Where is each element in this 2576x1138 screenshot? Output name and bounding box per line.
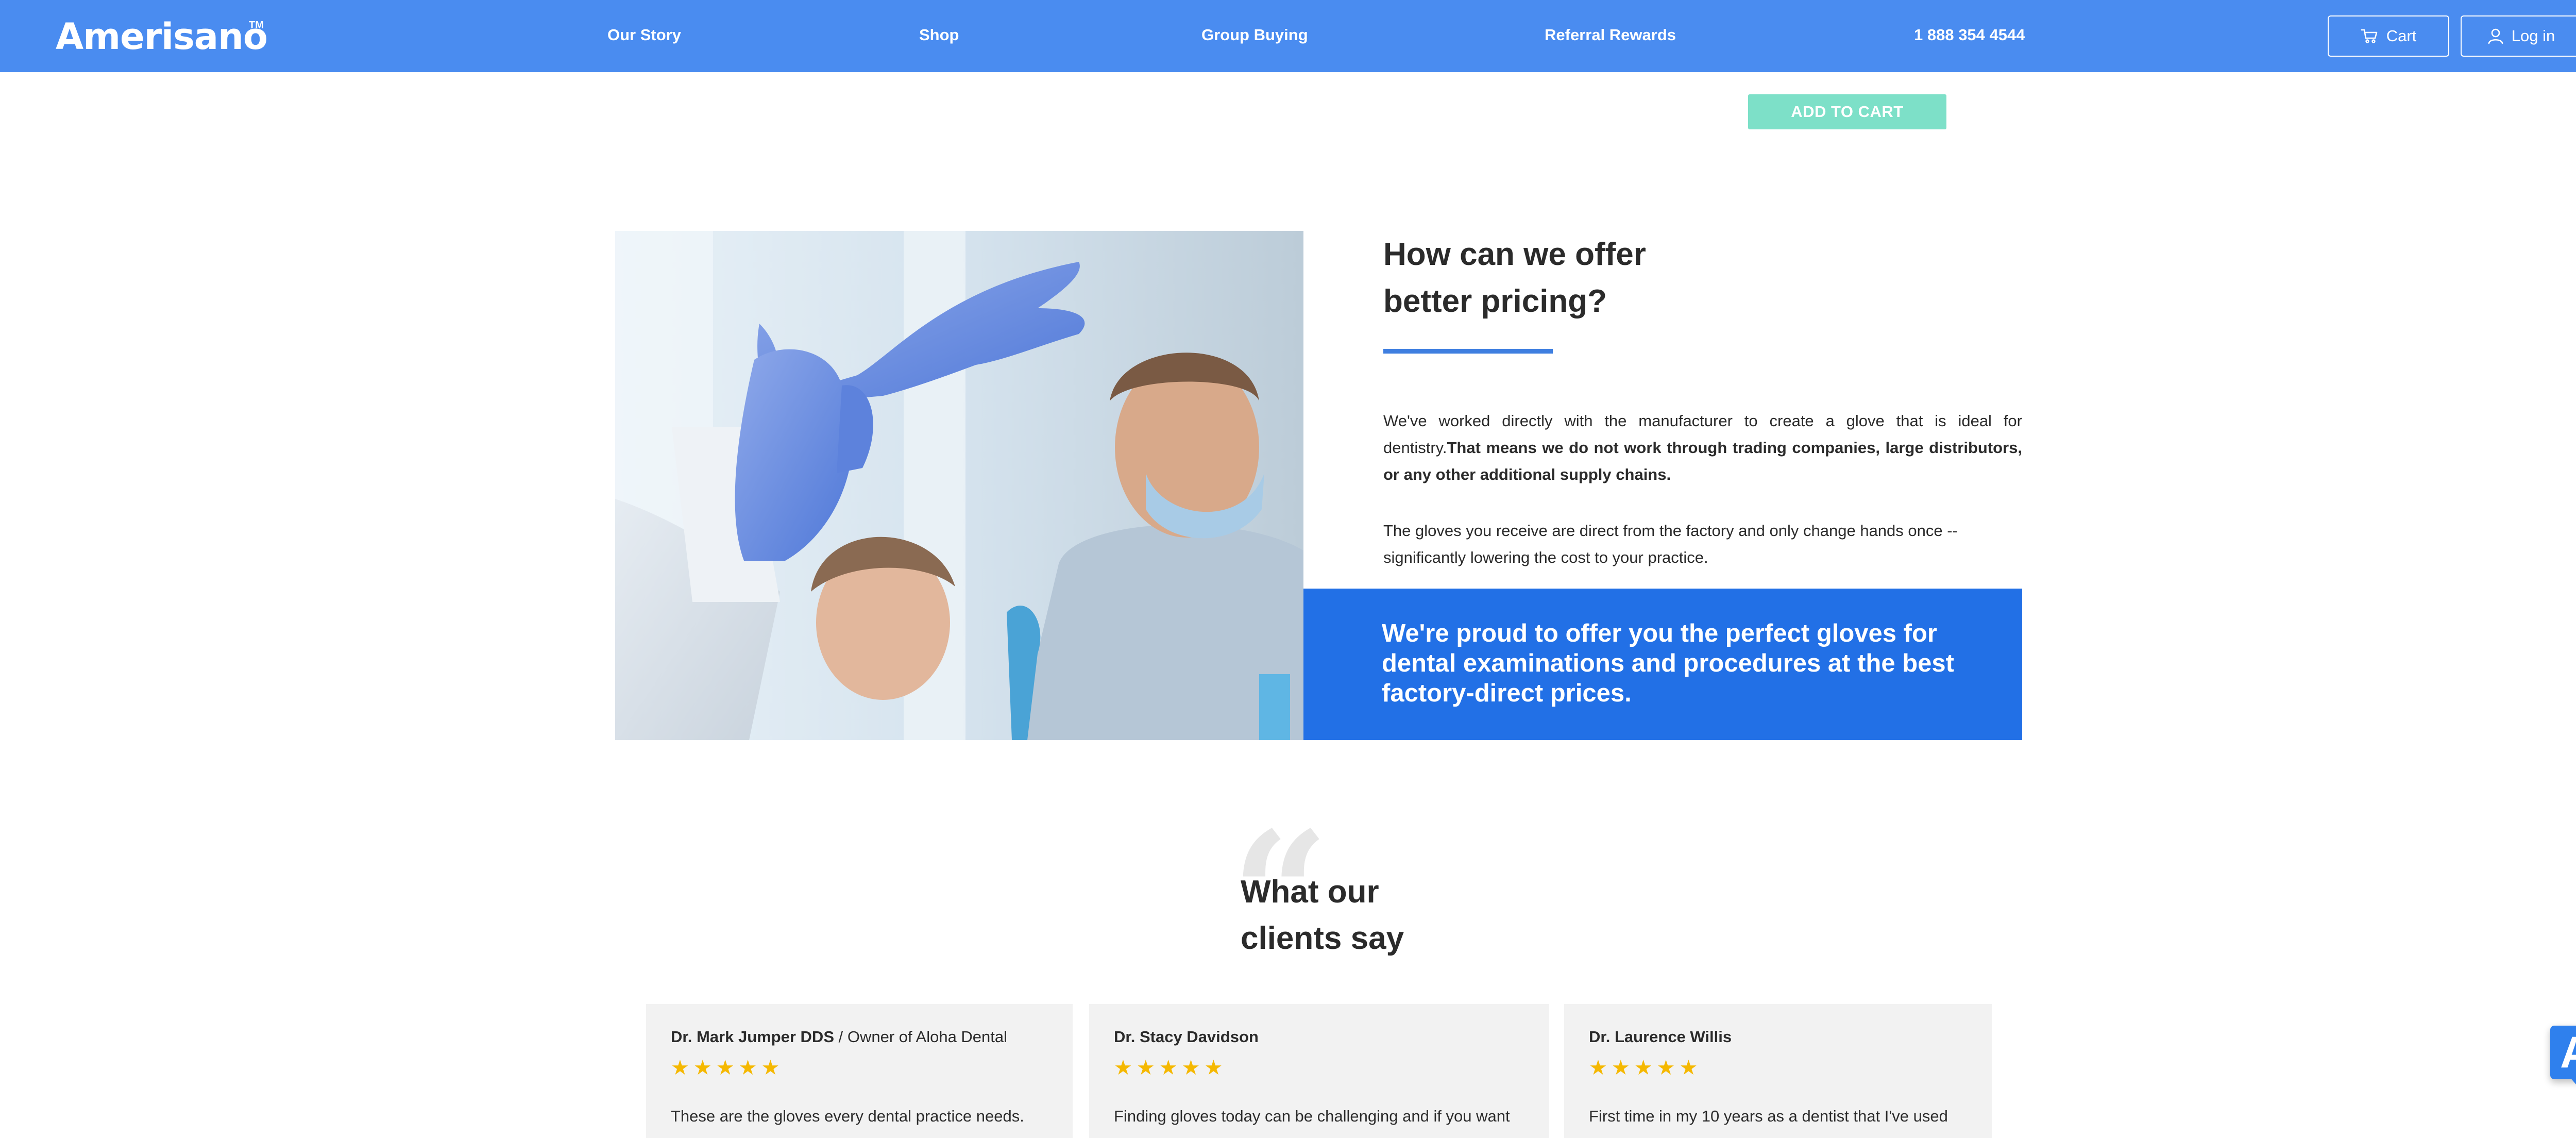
testimonial-text: Finding gloves today can be challenging … [1114, 1107, 1510, 1125]
cart-icon [2361, 28, 2378, 44]
nav-shop[interactable]: Shop [919, 24, 959, 46]
testimonial-name: Dr. Stacy Davidson [1114, 1028, 1259, 1046]
star-icon: ★ [1181, 1057, 1200, 1079]
star-rating: ★ ★ ★ ★ ★ [1114, 1057, 1223, 1079]
logo-trademark: TM [249, 20, 264, 31]
pricing-heading-line1: How can we offer [1383, 237, 1646, 272]
testimonial-name: Dr. Mark Jumper DDS [671, 1028, 834, 1046]
star-icon: ★ [1656, 1057, 1675, 1079]
site-header: Amerisano TM Our Story Shop Group Buying… [0, 0, 2576, 72]
cart-label: Cart [2386, 27, 2417, 45]
testimonials-heading-line2: clients say [1241, 921, 1404, 956]
phone-number-link[interactable]: 1 888 354 4544 [1914, 24, 2025, 46]
pricing-paragraph-2: The gloves you receive are direct from t… [1383, 522, 1958, 566]
pricing-paragraph-1: We've worked directly with the manufactu… [1383, 408, 2022, 488]
widget-pointer [2570, 1077, 2576, 1084]
testimonial-role: Owner of Aloha Dental [847, 1028, 1008, 1046]
cart-button[interactable]: Cart [2328, 15, 2449, 57]
testimonial-author: Dr. Laurence Willis [1589, 1026, 1732, 1048]
dentist-gloves-photo [615, 231, 1303, 740]
testimonial-card: Dr. Mark Jumper DDS / Owner of Aloha Den… [646, 1004, 1073, 1138]
promo-banner: We're proud to offer you the perfect glo… [1303, 589, 2022, 740]
testimonial-separator: / [834, 1028, 848, 1046]
logo[interactable]: Amerisano [56, 13, 268, 60]
nav-referral-rewards[interactable]: Referral Rewards [1545, 24, 1676, 46]
accessibility-widget-button[interactable]: A [2550, 1026, 2576, 1079]
star-rating: ★ ★ ★ ★ ★ [671, 1057, 779, 1079]
star-icon: ★ [1136, 1057, 1155, 1079]
testimonial-text: These are the gloves every dental practi… [671, 1107, 1024, 1125]
testimonial-card: Dr. Laurence Willis ★ ★ ★ ★ ★ First time… [1564, 1004, 1992, 1138]
star-icon: ★ [1589, 1057, 1607, 1079]
testimonials-heading-line1: What our [1241, 874, 1379, 910]
star-icon: ★ [1679, 1057, 1698, 1079]
user-icon [2488, 28, 2503, 44]
star-icon: ★ [1611, 1057, 1630, 1079]
star-icon: ★ [693, 1057, 712, 1079]
login-label: Log in [2511, 27, 2555, 45]
pricing-paragraph-1-bold: That means we do not work through tradin… [1383, 439, 2022, 483]
star-icon: ★ [716, 1057, 735, 1079]
testimonial-author: Dr. Stacy Davidson [1114, 1026, 1259, 1048]
star-icon: ★ [738, 1057, 757, 1079]
testimonial-name: Dr. Laurence Willis [1589, 1028, 1732, 1046]
add-to-cart-button[interactable]: ADD TO CART [1748, 94, 1946, 129]
heading-underline [1383, 349, 1553, 354]
testimonial-card: Dr. Stacy Davidson ★ ★ ★ ★ ★ Finding glo… [1089, 1004, 1549, 1138]
star-icon: ★ [761, 1057, 780, 1079]
pricing-heading: How can we offer better pricing? [1383, 231, 1744, 325]
testimonial-text: First time in my 10 years as a dentist t… [1589, 1107, 1948, 1125]
star-icon: ★ [1159, 1057, 1178, 1079]
star-icon: ★ [671, 1057, 689, 1079]
promo-banner-text: We're proud to offer you the perfect glo… [1382, 620, 1954, 707]
nav-group-buying[interactable]: Group Buying [1201, 24, 1308, 46]
testimonials-heading: What our clients say [1241, 869, 1550, 962]
star-rating: ★ ★ ★ ★ ★ [1589, 1057, 1698, 1079]
pricing-heading-line2: better pricing? [1383, 283, 1607, 319]
nav-our-story[interactable]: Our Story [607, 24, 681, 46]
login-button[interactable]: Log in [2461, 15, 2576, 57]
testimonial-author: Dr. Mark Jumper DDS / Owner of Aloha Den… [671, 1026, 1007, 1048]
star-icon: ★ [1634, 1057, 1653, 1079]
star-icon: ★ [1204, 1057, 1223, 1079]
star-icon: ★ [1114, 1057, 1132, 1079]
